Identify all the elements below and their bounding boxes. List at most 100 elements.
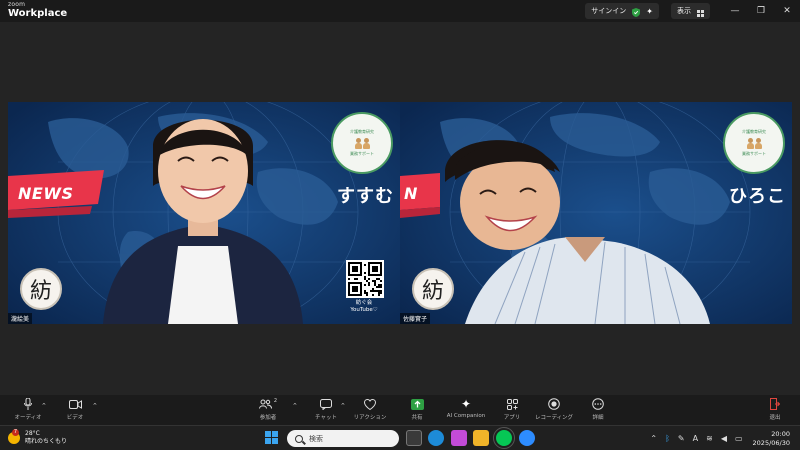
search-placeholder: 検索	[309, 434, 323, 443]
video-button[interactable]: ビデオ	[55, 398, 95, 421]
participant-video-1	[93, 106, 313, 324]
weather-icon: 7	[8, 428, 20, 444]
clock[interactable]: 20:00 2025/06/30	[753, 430, 790, 448]
more-label: 詳細	[592, 415, 604, 421]
emblem-bottom-text: 業務サポート	[350, 150, 374, 156]
copilot-icon[interactable]	[451, 430, 467, 446]
emblem-top-text: 介護教育研究	[742, 129, 766, 135]
shield-icon	[632, 2, 641, 21]
grid-icon[interactable]	[697, 2, 704, 21]
record-button[interactable]: レコーディング	[534, 398, 574, 421]
participant-name-label-1: 瀧絵美	[8, 313, 33, 324]
taskbar-search[interactable]: 検索	[287, 430, 399, 447]
windows-taskbar: 7 28°C 晴れのちくもり 検索 ⌃ ᛒ ✎ A ≋ ◀ ▭ 20:00 20…	[0, 425, 800, 450]
reactions-label: リアクション	[353, 415, 387, 421]
system-tray: ⌃ ᛒ ✎ A ≋ ◀ ▭ 20:00 2025/06/30	[646, 426, 800, 450]
news-text: N	[404, 184, 418, 203]
title-bar: zoom Workplace サインイン ✦ 表示 — ❐ ✕	[0, 0, 800, 22]
more-dots-icon	[592, 398, 604, 410]
people-icon	[354, 137, 370, 149]
record-label: レコーディング	[534, 415, 574, 421]
show-hidden-icons-icon[interactable]: ⌃	[650, 434, 657, 443]
qr-caption-line1: 紡ぐ会	[355, 300, 373, 306]
news-banner: NEWS	[8, 170, 104, 218]
leave-button[interactable]: 退出	[755, 398, 795, 421]
ai-sparkle-icon: ✦	[460, 397, 472, 411]
meeting-controls: オーディオ ⌃ ビデオ ⌃ 2 参加者 ⌃ チャット ⌃ リアクション 共有 ✦…	[0, 395, 800, 425]
qr-caption-line2: YouTube♡	[350, 307, 378, 314]
chat-options-caret-icon[interactable]: ⌃	[340, 402, 346, 410]
video-label: ビデオ	[66, 415, 84, 421]
audio-options-caret-icon[interactable]: ⌃	[41, 402, 47, 410]
zoom-window: zoom Workplace サインイン ✦ 表示 — ❐ ✕ NEWS 介護教…	[0, 0, 800, 450]
video-tile-1[interactable]: NEWS 介護教育研究 業務サポート すすむ 紡 紡ぐ会 YouTube♡ 瀧絵…	[8, 102, 400, 324]
participant-video-2	[425, 132, 715, 324]
share-button[interactable]: 共有	[397, 398, 437, 421]
more-button[interactable]: 詳細	[578, 398, 618, 421]
file-explorer-icon[interactable]	[473, 430, 489, 446]
zoom-app-icon[interactable]	[519, 430, 535, 446]
weather-description: 晴れのちくもり	[25, 437, 68, 445]
participants-options-caret-icon[interactable]: ⌃	[292, 402, 298, 410]
battery-icon[interactable]: ▭	[735, 434, 743, 443]
edge-icon[interactable]	[428, 430, 444, 446]
qr-code-icon	[348, 262, 382, 296]
task-view-icon[interactable]	[406, 430, 422, 446]
brand-main: Workplace	[8, 8, 68, 19]
meeting-stage: NEWS 介護教育研究 業務サポート すすむ 紡 紡ぐ会 YouTube♡ 瀧絵…	[0, 22, 800, 395]
leave-label: 退出	[769, 415, 781, 421]
ai-companion-label: AI Companion	[446, 413, 486, 419]
emblem-logo-2: 介護教育研究 業務サポート	[723, 112, 785, 174]
view-button[interactable]: 表示	[677, 6, 691, 16]
zoom-logo: zoom Workplace	[8, 2, 67, 19]
emblem-top-text: 介護教育研究	[350, 129, 374, 135]
people-icon	[746, 137, 762, 149]
signin-group[interactable]: サインイン ✦	[585, 3, 659, 19]
pen-icon[interactable]: ✎	[678, 434, 685, 443]
heart-icon	[364, 398, 376, 410]
display-name-overlay-2: ひろこ	[729, 186, 786, 207]
volume-icon[interactable]: ◀	[721, 434, 727, 443]
view-group[interactable]: 表示	[671, 3, 710, 19]
participants-button[interactable]: 2 参加者	[248, 398, 288, 421]
ai-companion-button[interactable]: ✦ AI Companion	[446, 397, 486, 419]
emblem-bottom-text: 業務サポート	[742, 150, 766, 156]
restore-icon[interactable]: ❐	[748, 0, 774, 22]
video-camera-icon	[68, 398, 82, 410]
emblem-logo-1: 介護教育研究 業務サポート	[331, 112, 393, 174]
video-tile-2[interactable]: N 介護教育研究 業務サポート ひろこ 紡 佐藤實子	[400, 102, 792, 324]
wifi-icon[interactable]: ≋	[706, 434, 713, 443]
weather-temperature: 28°C	[25, 430, 40, 437]
apps-icon	[506, 398, 518, 410]
weather-badge: 7	[12, 428, 19, 436]
signin-button[interactable]: サインイン	[591, 6, 626, 16]
share-screen-icon	[410, 398, 424, 410]
participant-name-label-2: 佐藤實子	[400, 313, 431, 324]
close-icon[interactable]: ✕	[774, 0, 800, 22]
audio-label: オーディオ	[14, 415, 42, 421]
video-options-caret-icon[interactable]: ⌃	[92, 402, 98, 410]
participants-icon: 2	[258, 398, 278, 410]
search-icon	[295, 434, 303, 443]
chat-label: チャット	[315, 415, 337, 421]
apps-label: アプリ	[503, 415, 521, 421]
record-icon	[548, 398, 560, 410]
chat-icon	[320, 398, 332, 410]
reactions-button[interactable]: リアクション	[350, 398, 390, 421]
participants-label: 参加者	[259, 415, 277, 421]
windows-start-icon[interactable]	[265, 431, 279, 445]
minimize-icon[interactable]: —	[722, 0, 748, 22]
qr-caption: 紡ぐ会 YouTube♡	[334, 300, 394, 314]
clock-time: 20:00	[771, 429, 790, 438]
weather-widget[interactable]: 7 28°C 晴れのちくもり	[8, 428, 68, 445]
apps-button[interactable]: アプリ	[492, 398, 532, 421]
participants-count: 2	[273, 398, 278, 404]
leave-icon	[770, 398, 780, 410]
sparkle-icon[interactable]: ✦	[646, 7, 653, 16]
line-app-icon[interactable]	[493, 427, 515, 449]
bluetooth-icon[interactable]: ᛒ	[665, 434, 670, 443]
kanji-logo-1: 紡	[20, 268, 62, 310]
kanji-logo-2: 紡	[412, 268, 454, 310]
ime-icon[interactable]: A	[693, 434, 698, 443]
clock-date: 2025/06/30	[752, 438, 790, 447]
